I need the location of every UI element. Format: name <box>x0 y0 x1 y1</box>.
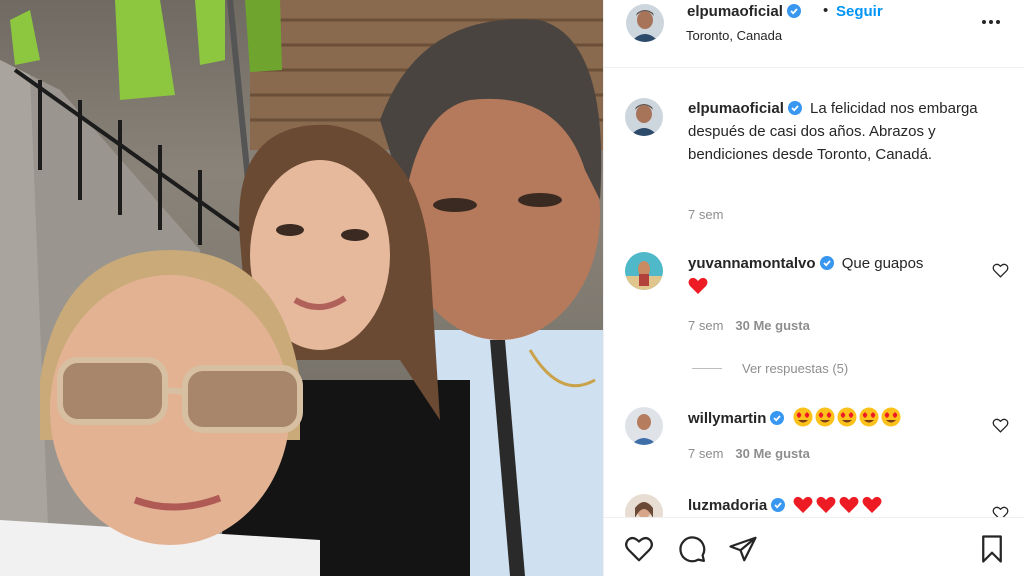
commenter-username[interactable]: luzmadoria <box>688 496 786 514</box>
post-location[interactable]: Toronto, Canada <box>686 28 782 43</box>
view-replies-button[interactable]: Ver respuestas (5) <box>692 361 848 376</box>
instagram-post: elpumaoficial • Seguir Toronto, Canada e… <box>0 0 1024 576</box>
comment-text: willymartin <box>688 407 998 430</box>
heart-eyes-emoji-icon <box>881 407 901 427</box>
verified-badge-icon <box>787 99 802 115</box>
post-header: elpumaoficial • Seguir Toronto, Canada <box>604 0 1024 68</box>
post-photo[interactable] <box>0 0 603 576</box>
author-avatar[interactable] <box>626 4 664 42</box>
comment-item: willymartin 7 sem 30 Me gusta <box>604 405 1024 495</box>
heart-eyes-emoji-icon <box>837 407 857 427</box>
caption-time: 7 sem <box>688 207 724 222</box>
follow-button[interactable]: Seguir <box>836 3 883 20</box>
heart-eyes-emoji-icon <box>859 407 879 427</box>
comment-like-icon[interactable] <box>992 505 1009 517</box>
more-options-icon[interactable] <box>979 10 1003 34</box>
comment-text: yuvannamontalvo Que guapos <box>688 252 998 298</box>
caption: elpumaoficial La felicidad nos embarga d… <box>604 97 1024 227</box>
verified-badge-icon <box>771 496 786 512</box>
comment-likes[interactable]: 30 Me gusta <box>735 446 809 461</box>
caption-text: elpumaoficial La felicidad nos embarga d… <box>688 97 998 166</box>
save-icon[interactable] <box>977 534 1007 564</box>
post-details-panel: elpumaoficial • Seguir Toronto, Canada e… <box>603 0 1024 576</box>
replies-divider <box>692 368 722 369</box>
red-heart-emoji-icon <box>793 496 813 514</box>
caption-username[interactable]: elpumaoficial <box>688 100 802 117</box>
verified-badge-icon <box>819 254 834 270</box>
red-heart-emoji-icon <box>816 496 836 514</box>
comments-list[interactable]: elpumaoficial La felicidad nos embarga d… <box>604 69 1024 517</box>
comment-meta: 7 sem 30 Me gusta <box>688 318 810 333</box>
caption-avatar[interactable] <box>625 98 663 136</box>
action-bar <box>604 517 1024 576</box>
author-username[interactable]: elpumaoficial <box>687 3 801 20</box>
commenter-username[interactable]: willymartin <box>688 409 785 427</box>
verified-badge-icon <box>770 409 785 425</box>
separator-dot: • <box>823 2 829 19</box>
heart-eyes-emoji-icon <box>815 407 835 427</box>
commenter-username[interactable]: yuvannamontalvo <box>688 255 834 272</box>
commenter-avatar[interactable] <box>625 407 663 445</box>
share-icon[interactable] <box>728 534 758 564</box>
like-icon[interactable] <box>624 534 654 564</box>
verified-badge-icon <box>786 4 801 18</box>
comment-likes[interactable]: 30 Me gusta <box>735 318 809 333</box>
comment-body: Que guapos <box>841 255 924 272</box>
comment-text: luzmadoria <box>688 494 998 517</box>
comment-like-icon[interactable] <box>992 262 1009 279</box>
commenter-avatar[interactable] <box>625 252 663 290</box>
red-heart-emoji-icon <box>862 496 882 514</box>
comment-like-icon[interactable] <box>992 417 1009 434</box>
commenter-avatar[interactable] <box>625 494 663 517</box>
heart-eyes-emoji-icon <box>793 407 813 427</box>
post-photo-illustration <box>0 0 603 576</box>
comment-meta: 7 sem 30 Me gusta <box>688 446 810 461</box>
comment-item: yuvannamontalvo Que guapos 7 sem 30 Me gu… <box>604 250 1024 376</box>
comment-time: 7 sem <box>688 446 724 461</box>
comment-item: luzmadoria <box>604 493 1024 517</box>
comment-icon[interactable] <box>677 534 707 564</box>
comment-time: 7 sem <box>688 318 724 333</box>
red-heart-emoji-icon <box>839 496 859 514</box>
red-heart-emoji-icon <box>688 277 708 295</box>
